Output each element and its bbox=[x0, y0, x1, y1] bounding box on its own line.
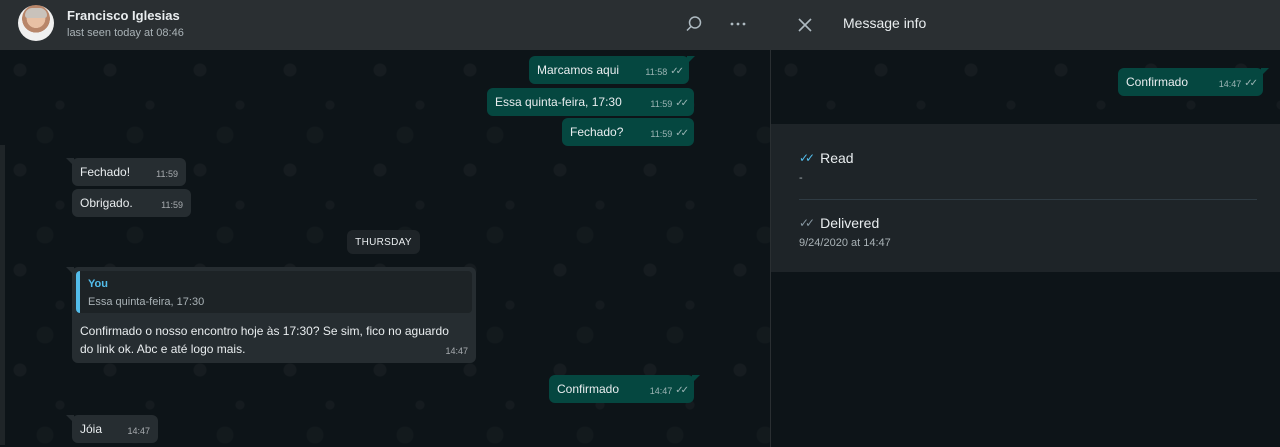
info-title: Message info bbox=[843, 15, 927, 31]
read-label-row: ✓✓ Read bbox=[799, 150, 1257, 166]
quoted-message[interactable]: You Essa quinta-feira, 17:30 bbox=[76, 271, 472, 313]
quote-text: Essa quinta-feira, 17:30 bbox=[88, 296, 205, 308]
message-text-line: Confirmado o nosso encontro hoje às 17:3… bbox=[80, 324, 449, 338]
double-check-icon: ✓✓ bbox=[670, 66, 684, 77]
preview-time: 14:47 bbox=[1218, 79, 1242, 89]
read-value: - bbox=[799, 172, 803, 184]
menu-icon[interactable] bbox=[726, 12, 750, 36]
message-outgoing[interactable]: Marcamos aqui 11:58 ✓✓ bbox=[529, 56, 695, 84]
read-ticks-icon: ✓✓ bbox=[799, 151, 815, 165]
message-info-pane: Message info Confirmado 14:47 ✓✓ ✓✓ Read … bbox=[770, 0, 1280, 447]
contact-name: Francisco Iglesias bbox=[67, 8, 180, 23]
message-time: 14:47 bbox=[649, 386, 673, 396]
message-outgoing-selected[interactable]: Confirmado 14:47 ✓✓ bbox=[549, 375, 700, 403]
message-incoming[interactable]: Fechado! 11:59 bbox=[66, 158, 186, 186]
double-check-icon: ✓✓ bbox=[675, 98, 689, 109]
message-time: 11:59 bbox=[650, 129, 673, 139]
chat-pane: Francisco Iglesias last seen today at 08… bbox=[0, 0, 770, 447]
preview-bubble: Confirmado 14:47 ✓✓ bbox=[1118, 68, 1269, 96]
search-icon[interactable] bbox=[682, 12, 706, 36]
message-time: 11:59 bbox=[650, 99, 673, 109]
contact-info[interactable]: Francisco Iglesias last seen today at 08… bbox=[67, 8, 184, 41]
message-incoming[interactable]: Jóia 14:47 bbox=[66, 415, 158, 443]
message-incoming[interactable]: Obrigado. 11:59 bbox=[72, 189, 191, 217]
read-label: Read bbox=[820, 150, 854, 166]
quote-author: You bbox=[88, 278, 108, 290]
message-text: Obrigado. bbox=[80, 196, 133, 210]
close-icon[interactable] bbox=[793, 13, 817, 37]
info-header: Message info bbox=[771, 0, 1280, 50]
message-time: 11:59 bbox=[156, 169, 178, 179]
message-text: Confirmado bbox=[557, 382, 620, 396]
divider bbox=[799, 199, 1257, 200]
message-list[interactable]: Marcamos aqui 11:58 ✓✓ Essa quinta-feira,… bbox=[0, 50, 770, 447]
avatar[interactable] bbox=[18, 5, 54, 41]
message-text: Fechado! bbox=[80, 165, 131, 179]
message-time: 11:58 bbox=[645, 67, 668, 77]
message-text: Fechado? bbox=[570, 125, 624, 139]
message-meta: 11:59 ✓✓ bbox=[650, 126, 689, 142]
delivered-value: 9/24/2020 at 14:47 bbox=[799, 237, 891, 249]
bubble-tail bbox=[1261, 68, 1269, 76]
bubble-tail bbox=[66, 158, 74, 166]
preview-meta: 14:47 ✓✓ bbox=[1218, 76, 1258, 92]
message-text: Marcamos aqui bbox=[537, 63, 620, 77]
message-meta: 11:59 ✓✓ bbox=[650, 96, 689, 112]
contact-status: last seen today at 08:46 bbox=[67, 27, 184, 39]
message-text: Jóia bbox=[80, 422, 103, 436]
bubble-tail bbox=[692, 375, 700, 383]
double-check-icon: ✓✓ bbox=[675, 385, 689, 396]
message-time: 11:59 bbox=[161, 200, 183, 210]
bubble-tail bbox=[66, 267, 74, 275]
message-outgoing[interactable]: Essa quinta-feira, 17:30 11:59 ✓✓ bbox=[487, 88, 694, 116]
read-status: ✓✓ Read - bbox=[799, 150, 1257, 184]
double-check-icon: ✓✓ bbox=[1244, 78, 1258, 89]
bubble-tail bbox=[66, 415, 74, 423]
message-text: Confirmado o nosso encontro hoje às 17:3… bbox=[80, 322, 449, 358]
message-time: 14:47 bbox=[445, 346, 468, 356]
delivered-status: ✓✓ Delivered 9/24/2020 at 14:47 bbox=[799, 215, 1257, 249]
message-text: Essa quinta-feira, 17:30 bbox=[495, 95, 622, 109]
message-incoming-reply[interactable]: You Essa quinta-feira, 17:30 Confirmado … bbox=[66, 267, 476, 363]
delivered-label: Delivered bbox=[820, 215, 880, 231]
app-window: Francisco Iglesias last seen today at 08… bbox=[0, 0, 1280, 447]
message-preview: Confirmado 14:47 ✓✓ bbox=[771, 50, 1280, 124]
double-check-icon: ✓✓ bbox=[675, 128, 689, 139]
delivery-status-card: ✓✓ Read - ✓✓ Delivered 9/24/2020 at 14:4… bbox=[771, 124, 1280, 272]
preview-text: Confirmado bbox=[1126, 75, 1189, 89]
message-outgoing[interactable]: Fechado? 11:59 ✓✓ bbox=[562, 118, 694, 146]
delivered-label-row: ✓✓ Delivered bbox=[799, 215, 1257, 231]
message-meta: 11:58 ✓✓ bbox=[645, 64, 684, 80]
scrollbar[interactable] bbox=[0, 145, 5, 445]
day-separator: THURSDAY bbox=[347, 230, 420, 254]
message-meta: 14:47 ✓✓ bbox=[649, 383, 689, 399]
chat-header: Francisco Iglesias last seen today at 08… bbox=[0, 0, 770, 50]
bubble-tail bbox=[687, 56, 695, 64]
message-text-line: do link ok. Abc e até logo mais. bbox=[80, 342, 246, 356]
message-time: 14:47 bbox=[127, 426, 150, 436]
delivered-ticks-icon: ✓✓ bbox=[799, 216, 815, 230]
